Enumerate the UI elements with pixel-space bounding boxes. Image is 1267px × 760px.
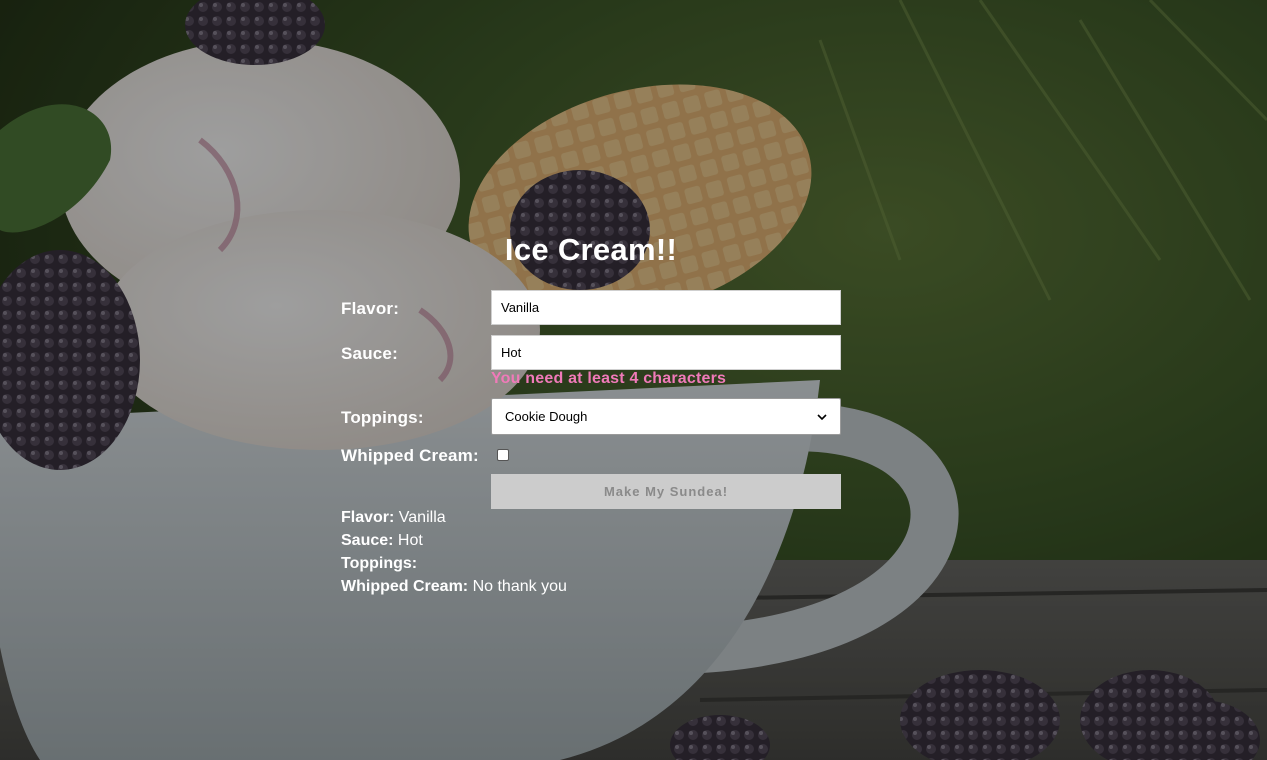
sauce-error-message: You need at least 4 characters bbox=[491, 370, 727, 387]
summary-sauce-label: Sauce: bbox=[341, 532, 394, 549]
sauce-label: Sauce: bbox=[341, 344, 398, 363]
sundae-form: Ice Cream!! Flavor: Vanilla Sauce: Hot Y… bbox=[0, 0, 1267, 760]
summary-flavor-label: Flavor: bbox=[341, 509, 395, 526]
summary-whipped-cream-label: Whipped Cream: bbox=[341, 578, 469, 595]
make-sundae-button[interactable]: Make My Sundea! bbox=[491, 474, 841, 509]
page-title: Ice Cream!! bbox=[504, 232, 678, 267]
summary-whipped-cream: Whipped Cream: No thank you bbox=[341, 578, 567, 596]
flavor-label: Flavor: bbox=[341, 299, 400, 318]
summary-flavor-value: Vanilla bbox=[398, 509, 446, 526]
summary-flavor: Flavor: Vanilla bbox=[341, 509, 446, 527]
summary-toppings-label: Toppings: bbox=[341, 555, 418, 572]
toppings-label: Toppings: bbox=[341, 408, 424, 427]
summary-sauce-value: Hot bbox=[397, 532, 423, 549]
summary-whipped-cream-value: No thank you bbox=[472, 578, 567, 595]
summary-toppings: Toppings: bbox=[341, 555, 417, 573]
summary-sauce: Sauce: Hot bbox=[341, 532, 423, 550]
toppings-select[interactable]: Cookie Dough bbox=[491, 398, 841, 435]
toppings-selected-value: Cookie Dough bbox=[505, 409, 588, 424]
whipped-cream-checkbox[interactable] bbox=[497, 449, 509, 461]
sauce-input-value: Hot bbox=[501, 345, 522, 360]
chevron-down-icon bbox=[817, 413, 827, 420]
flavor-input-value: Vanilla bbox=[501, 300, 540, 315]
sauce-input[interactable]: Hot bbox=[491, 335, 841, 370]
whipped-cream-label: Whipped Cream: bbox=[341, 446, 479, 465]
flavor-input[interactable]: Vanilla bbox=[491, 290, 841, 325]
